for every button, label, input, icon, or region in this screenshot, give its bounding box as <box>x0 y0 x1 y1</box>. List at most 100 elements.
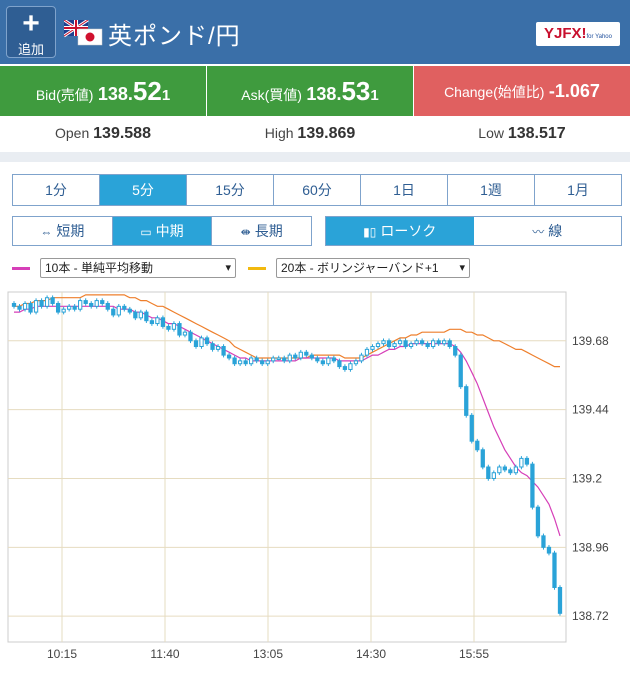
bid-value: 138.521 <box>97 76 171 106</box>
candle-body <box>116 305 121 316</box>
candle-body <box>127 308 132 313</box>
y-tick-label: 139.2 <box>572 471 602 485</box>
candle-body <box>480 449 485 468</box>
candle-body <box>475 440 480 451</box>
ask-label: Ask(買値) <box>241 87 302 103</box>
y-axis-ticks: 139.68 139.44 139.2 138.96 138.72 <box>572 334 609 623</box>
candle-body <box>72 305 77 310</box>
arrows-in-icon: ⇔ <box>40 225 53 239</box>
change-panel: Change(始値比) -1.067 <box>414 66 630 116</box>
candle-body <box>491 472 496 479</box>
candle-body <box>425 343 430 348</box>
candle-body <box>210 343 215 350</box>
candle-body <box>67 305 72 310</box>
bid-panel: Bid(売値) 138.521 <box>0 66 206 116</box>
candle-body <box>133 311 138 319</box>
candle-body <box>144 311 149 322</box>
candle-body <box>61 308 66 313</box>
tab-1day[interactable]: 1日 <box>361 175 448 205</box>
tab-line[interactable]: 〰線 <box>474 217 622 245</box>
candle-body <box>541 535 546 548</box>
candle-body <box>237 360 243 365</box>
bollinger-color-swatch <box>248 267 266 270</box>
candle-body <box>122 305 127 310</box>
x-tick-label: 11:40 <box>150 647 179 661</box>
high-label: High <box>264 125 294 141</box>
yjfx-logo[interactable]: YJFX!for Yahoo <box>536 22 620 46</box>
candle-body <box>304 351 309 356</box>
tab-1min[interactable]: 1分 <box>13 175 100 205</box>
pair-title: 英ポンド/円 <box>108 23 241 50</box>
y-tick-label: 138.72 <box>572 609 609 623</box>
high-stat: High 139.869 <box>207 116 413 156</box>
candle-body <box>260 360 265 365</box>
chevron-down-icon: ▾ <box>225 262 231 274</box>
tab-mid-term[interactable]: ▭ 中期 <box>112 217 213 245</box>
header-bar: + 追加 英ポンド/円 YJFX!for Yahoo <box>0 0 630 64</box>
tab-long-term[interactable]: ⇼ 長期 <box>212 217 311 245</box>
candle-body <box>469 414 474 442</box>
low-label: Low <box>478 125 504 141</box>
high-value: 139.869 <box>297 125 356 142</box>
candle-body <box>513 466 519 474</box>
candle-body <box>55 302 61 313</box>
tab-5min[interactable]: 5分 <box>100 175 187 205</box>
candle-body <box>342 366 348 370</box>
candle-body <box>271 357 276 362</box>
candle-body <box>447 340 452 348</box>
y-tick-label: 138.96 <box>572 540 609 554</box>
candle-body <box>524 457 530 465</box>
separator <box>0 152 630 162</box>
x-tick-label: 15:55 <box>459 647 489 661</box>
candle-body <box>188 331 193 342</box>
candle-body <box>105 302 110 310</box>
x-tick-label: 10:15 <box>47 647 77 661</box>
price-chart[interactable]: 139.68 139.44 139.2 138.96 138.72 10:15 11:40… <box>0 284 630 674</box>
candle-body <box>232 357 237 365</box>
add-button-label: 追加 <box>17 42 44 57</box>
candle-body <box>160 317 166 327</box>
candle-body <box>552 552 557 588</box>
candle-body <box>265 360 270 365</box>
change-label: Change(始値比) <box>444 84 545 100</box>
tab-60min[interactable]: 60分 <box>274 175 361 205</box>
candle-body <box>28 302 33 313</box>
ma-indicator-select[interactable]: 10本 - 単純平均移動 ▾ <box>40 258 236 278</box>
change-value: -1.067 <box>548 81 600 101</box>
bid-label: Bid(売値) <box>35 87 94 103</box>
candle-body <box>204 337 210 345</box>
candle-body <box>44 297 50 307</box>
candle-body <box>535 506 541 537</box>
x-tick-label: 14:30 <box>356 647 386 661</box>
tab-1month[interactable]: 1月 <box>535 175 621 205</box>
candle-body <box>364 348 370 356</box>
low-value: 138.517 <box>507 125 566 142</box>
candle-body <box>557 586 563 614</box>
tab-candlestick[interactable]: ▮▯ ローソク <box>326 217 474 245</box>
tab-15min[interactable]: 15分 <box>187 175 274 205</box>
tab-short-term[interactable]: ⇔ 短期 <box>13 217 113 245</box>
candle-body <box>33 300 39 313</box>
candle-body <box>11 302 17 307</box>
line-chart-icon: 〰 <box>532 225 545 239</box>
candle-body <box>392 343 397 348</box>
bollinger-indicator-select[interactable]: 20本 - ボリンジャーバンド+1 ▾ <box>276 258 470 278</box>
candle-body <box>431 340 436 348</box>
add-button[interactable]: + 追加 <box>6 6 56 58</box>
candle-body <box>287 354 292 362</box>
candle-body <box>166 325 171 330</box>
candle-body <box>381 340 386 345</box>
candle-body <box>497 466 502 474</box>
plus-icon: + <box>22 7 40 40</box>
candle-body <box>149 320 155 325</box>
tab-1week[interactable]: 1週 <box>448 175 535 205</box>
open-label: Open <box>55 125 90 141</box>
candle-body <box>89 302 94 307</box>
chevron-down-icon: ▾ <box>459 262 465 274</box>
candle-body <box>83 300 88 304</box>
candle-body <box>530 463 535 508</box>
candle-body <box>408 343 414 348</box>
candle-body <box>375 343 381 348</box>
candle-body <box>193 340 199 348</box>
candle-body <box>282 357 287 362</box>
